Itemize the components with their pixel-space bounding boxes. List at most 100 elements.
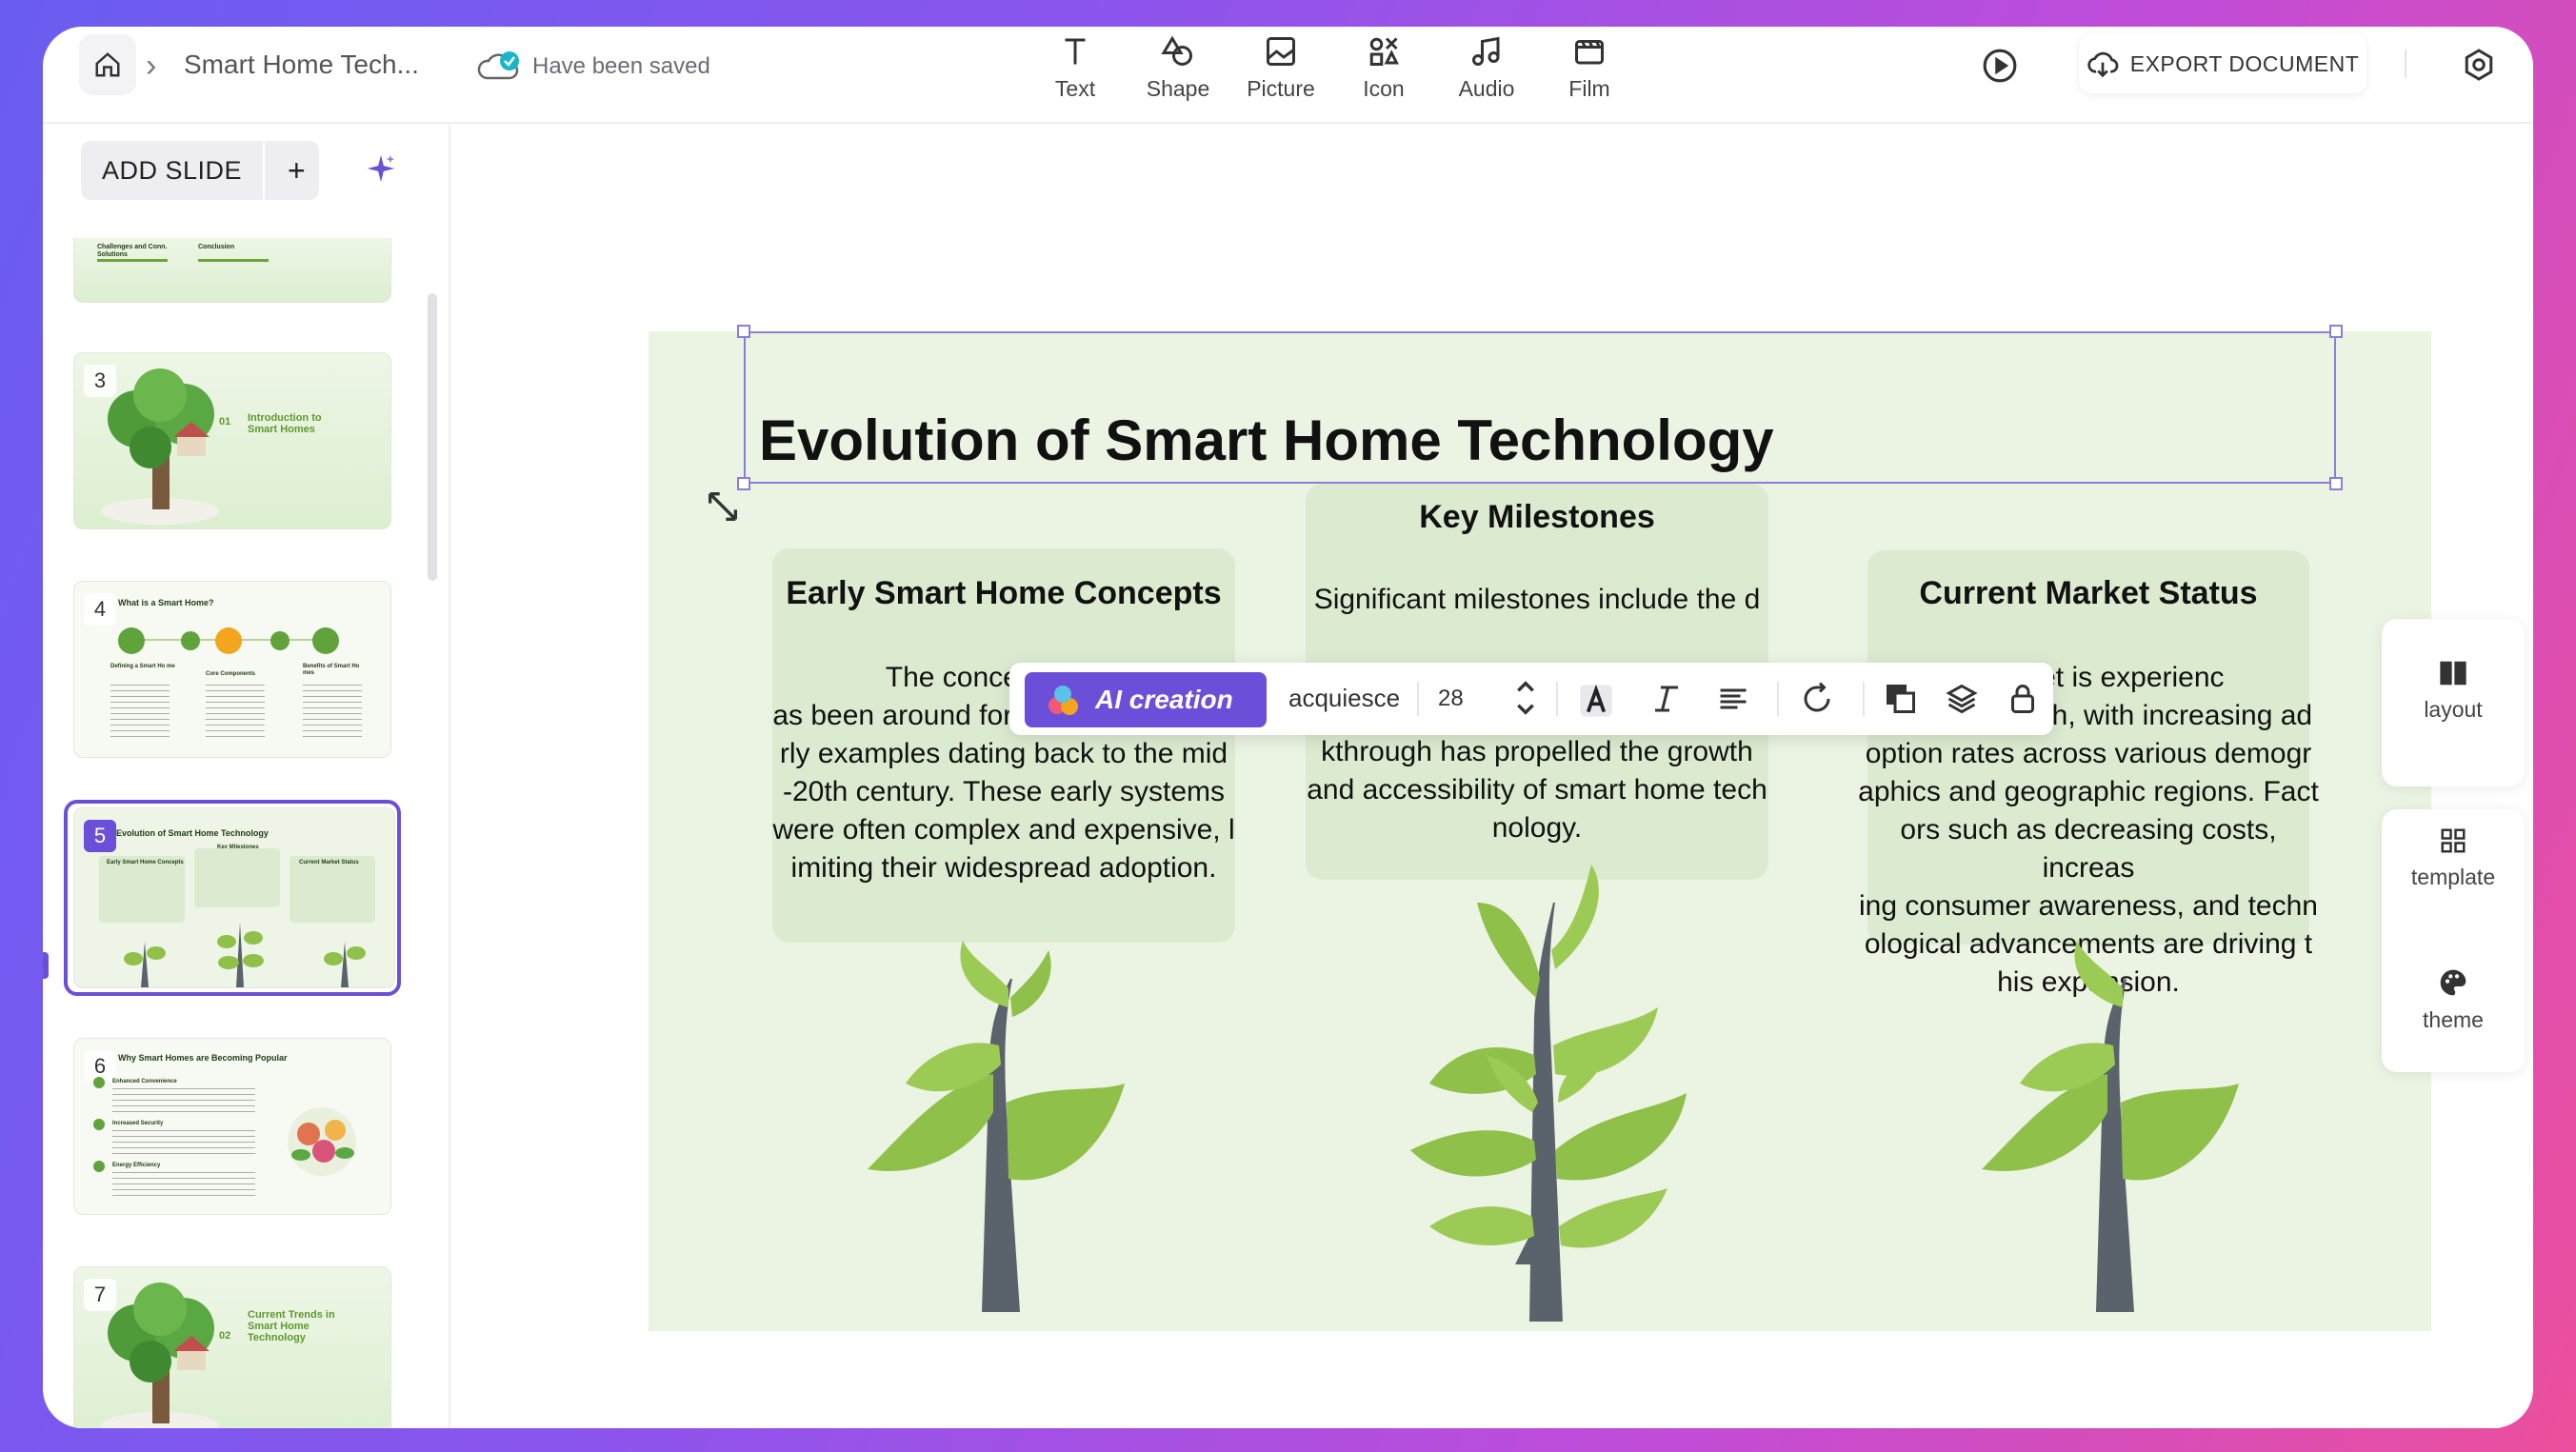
slide-thumbnail[interactable]: 6 Why Smart Homes are Becoming Popular E… [73,1038,391,1215]
palette-icon [2440,969,2466,996]
sparkle-icon [367,154,395,183]
thumb-label: Increased Security [112,1121,164,1126]
home-button[interactable] [79,34,136,95]
resize-handle[interactable] [2329,325,2343,338]
play-button[interactable] [1982,48,2018,89]
add-slide-divider [263,141,266,200]
add-slide-button[interactable]: ADD SLIDE + [81,141,319,200]
panel-resize-handle[interactable] [43,952,49,979]
chevron-right-icon: › [146,48,157,84]
tool-icon-label: Icon [1363,76,1405,101]
thumb-label: Energy Efficiency [112,1163,161,1168]
slides-scrollbar[interactable] [428,293,437,581]
tool-icon[interactable]: Icon [1332,34,1435,102]
resize-handle[interactable] [737,325,750,338]
slide-thumbnail[interactable]: 7 02 Current Trends in Smart Home Techno… [73,1266,391,1428]
save-status-text: Have been saved [532,53,710,79]
thumb-underline [97,259,168,262]
tool-picture-label: Picture [1247,76,1315,101]
tool-audio[interactable]: Audio [1435,34,1538,102]
tool-audio-label: Audio [1458,76,1515,101]
export-document-button[interactable]: EXPORT DOCUMENT [2079,34,2366,93]
slide-thumbnail-selected[interactable]: 5 Evolution of Smart Home Technology Key… [73,807,395,988]
rotate-icon[interactable] [1800,682,1834,716]
slide-title[interactable]: Evolution of Smart Home Technology [759,408,1774,473]
italic-icon[interactable] [1649,682,1684,716]
card-title[interactable]: Key Milestones [1306,499,1768,536]
duplicate-icon[interactable] [1884,682,1918,716]
thumb-text-lines [112,1088,255,1113]
thumb-label: Conclusion [198,244,235,250]
template-button[interactable]: template [2382,826,2525,890]
toolbar-divider [1417,682,1419,716]
text-icon [1065,38,1086,65]
sapling-illustration-right [1982,941,2239,1312]
slides-panel: ADD SLIDE + Challenges and Conn. Solutio… [43,124,450,1428]
thumb-text-lines [206,685,265,742]
slide-thumbnail[interactable]: Challenges and Conn. Solutions Conclusio… [73,238,391,303]
thumb-label: Evolution of Smart Home Technology [116,828,269,838]
tool-shape[interactable]: Shape [1127,34,1229,102]
slide-number: 4 [84,593,116,626]
settings-button[interactable] [2462,48,2496,87]
theme-button[interactable]: theme [2382,967,2525,1033]
thumb-bullet [93,1119,105,1130]
slide-canvas[interactable]: Early Smart Home Concepts The concept of… [649,325,2431,1331]
audio-icon [1472,36,1500,66]
tool-text[interactable]: Text [1024,34,1127,102]
tool-film[interactable]: Film [1538,34,1641,102]
insert-tools: Text Shape Picture Icon Audio Film [1024,34,1641,102]
layout-label: layout [2424,697,2483,722]
thumb-bullet [93,1077,105,1088]
slide-thumbnail[interactable]: 4 What is a Smart Home? Defining a Smart… [73,581,391,758]
home-icon [95,52,120,77]
font-size-input[interactable]: 28 [1438,686,1464,712]
thumb-label: 01 [219,416,231,428]
export-document-label: EXPORT DOCUMENT [2129,50,2360,76]
document-title[interactable]: Smart Home Tech... [184,50,419,80]
align-left-icon[interactable] [1716,682,1750,716]
app-window: › Smart Home Tech... Have been saved Tex… [43,27,2533,1428]
text-color-icon[interactable] [1577,682,1615,720]
thumb-circle [270,631,290,650]
sapling-illustration-center [1410,865,1687,1322]
font-family-select[interactable]: acquiesce [1288,684,1400,713]
layout-button[interactable]: layout [2382,659,2525,723]
sapling-illustration-left [868,941,1125,1312]
tool-text-label: Text [1054,76,1096,101]
thumb-circle [118,627,145,654]
plus-icon[interactable]: + [288,153,306,189]
thumb-underline [198,259,269,262]
slide-thumbnail[interactable]: 3 01 Introduction to Smart Homes [73,352,391,529]
ai-sparkle-button[interactable] [365,152,397,189]
card-title[interactable]: Early Smart Home Concepts [772,575,1235,612]
layers-icon[interactable] [1945,682,1979,716]
resize-handle[interactable] [2329,477,2343,490]
template-grid-icon [2441,828,2466,853]
rotate-handle-icon[interactable] [704,487,742,526]
flower-illustration [288,1107,356,1176]
icon-library-icon [1369,37,1399,66]
thumb-circle [312,627,339,654]
shape-icon [1161,35,1192,66]
text-format-toolbar: AI creation acquiesce 28 [1009,663,2053,735]
thumb-text-lines [303,685,362,742]
thumb-label: Defining a Smart Ho me [110,664,175,669]
slide-number: 5 [84,820,116,852]
gear-icon [2465,49,2493,81]
tool-film-label: Film [1568,76,1610,101]
tool-shape-label: Shape [1146,76,1210,101]
stepper-arrows-icon[interactable] [1512,676,1539,720]
thumb-label: What is a Smart Home? [118,598,214,607]
toolbar-divider [1863,682,1865,716]
tool-picture[interactable]: Picture [1229,34,1332,102]
thumb-text-lines [112,1130,255,1155]
ai-creation-button[interactable]: AI creation [1025,672,1267,727]
thumb-label: Early Smart Home Concepts [107,860,184,865]
lock-icon[interactable] [2006,682,2040,716]
thumb-label: Benefits of Smart Ho mes [303,664,360,676]
card-title[interactable]: Current Market Status [1867,575,2309,612]
cloud-check-icon [477,51,519,80]
play-icon [1983,49,2017,83]
thumb-card [194,848,280,907]
